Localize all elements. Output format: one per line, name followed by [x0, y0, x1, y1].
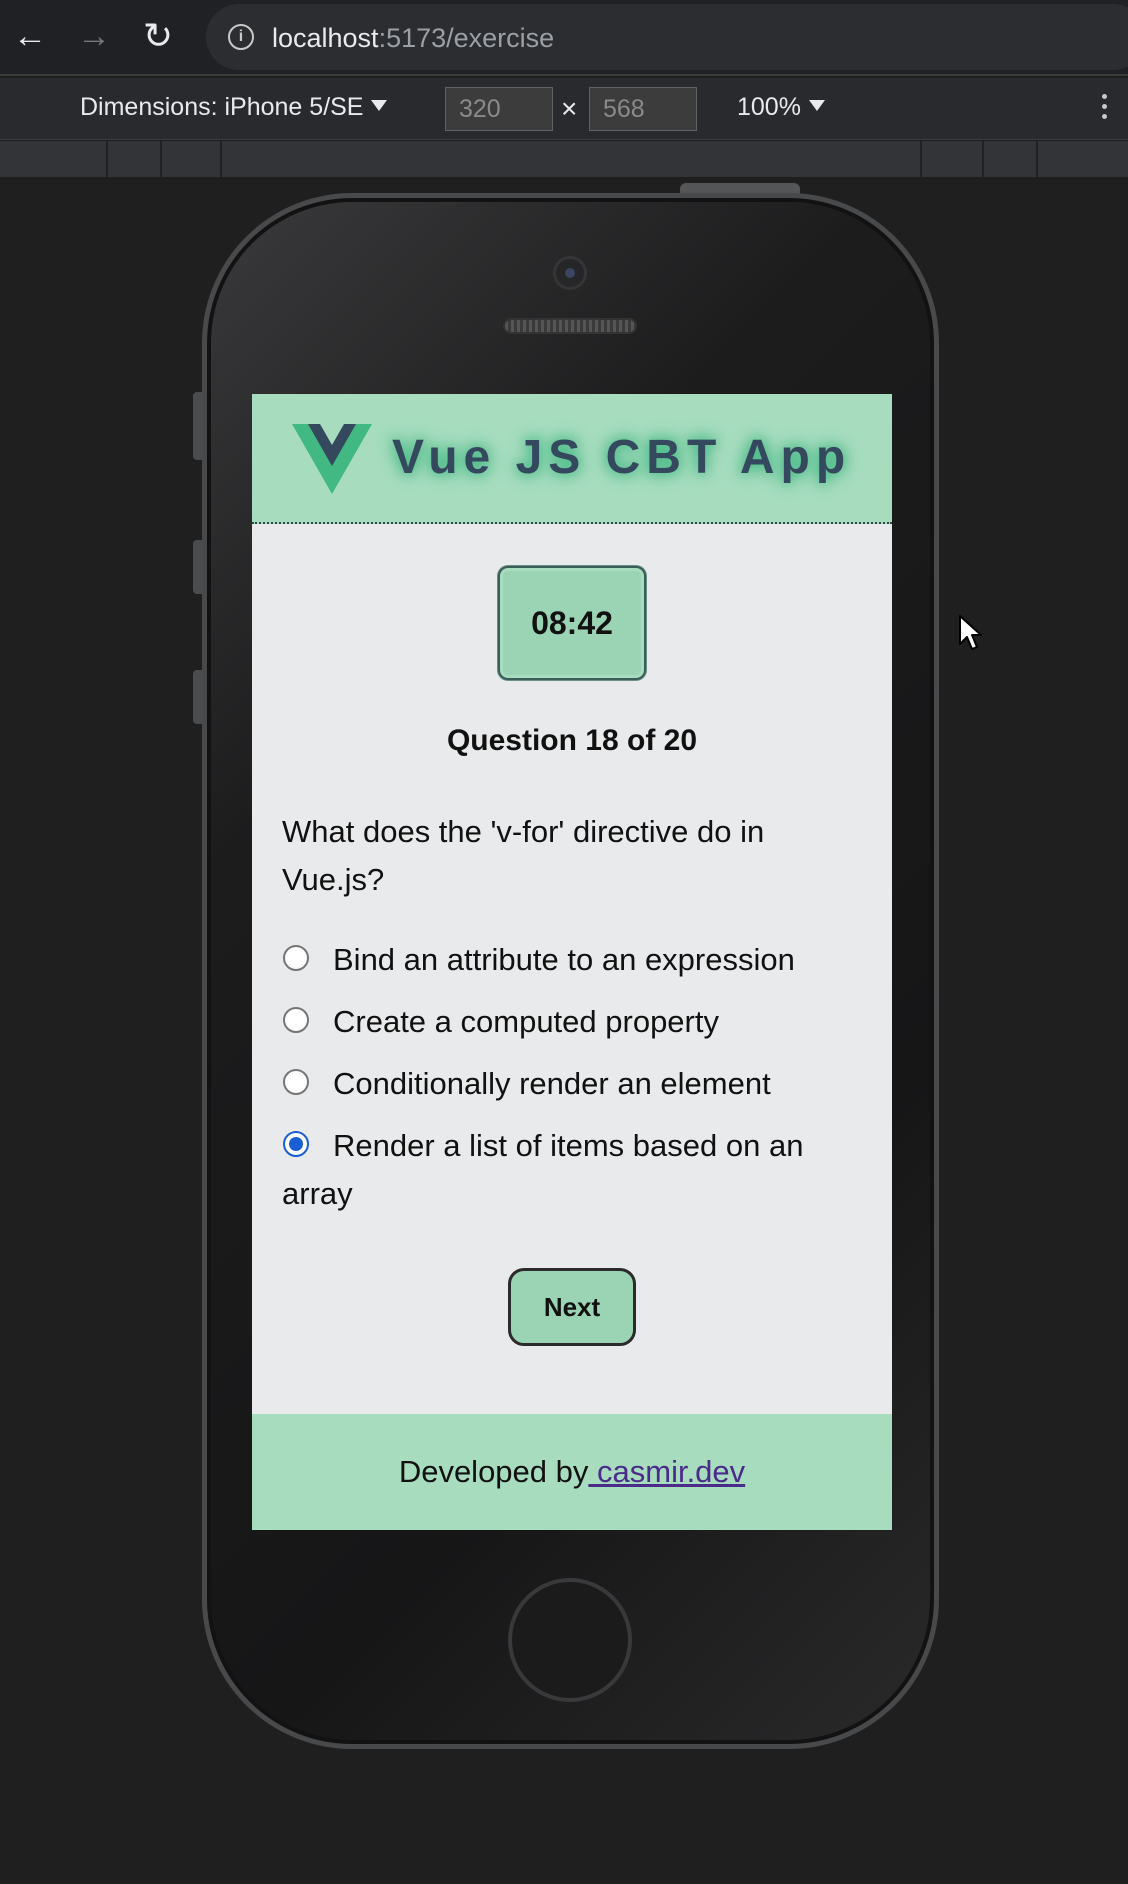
device-height-input[interactable]: 568: [589, 87, 697, 131]
url-host: localhost: [272, 23, 379, 53]
next-button[interactable]: Next: [508, 1268, 636, 1346]
info-icon[interactable]: i: [228, 24, 254, 50]
answer-option-label: Render a list of items based on an array: [282, 1128, 804, 1211]
answer-option[interactable]: Render a list of items based on an array: [282, 1122, 872, 1218]
more-options-icon[interactable]: [1098, 94, 1110, 124]
back-arrow-icon[interactable]: ←: [10, 14, 50, 58]
footer-text: Developed by: [398, 1454, 589, 1489]
phone-home-button: [508, 1578, 632, 1702]
footer-link[interactable]: casmir.dev: [588, 1454, 745, 1489]
forward-arrow-icon[interactable]: →: [74, 14, 114, 58]
app-screen: Vue JS CBT App 08:42 Question 18 of 20 W…: [252, 394, 892, 1530]
device-width-input[interactable]: 320: [445, 87, 553, 131]
radio-button[interactable]: [283, 1006, 309, 1033]
answer-option-label: Bind an attribute to an expression: [333, 942, 795, 977]
radio-button[interactable]: [283, 944, 309, 971]
device-dimensions-select[interactable]: Dimensions: iPhone 5/SE: [80, 93, 388, 122]
answer-option[interactable]: Create a computed property: [282, 998, 872, 1046]
question-text: What does the 'v-for' directive do in Vu…: [282, 814, 765, 897]
countdown-timer: 08:42: [498, 566, 646, 680]
zoom-select[interactable]: 100%: [737, 93, 825, 122]
address-bar[interactable]: i localhost:5173/exercise: [206, 4, 1128, 70]
radio-button-selected[interactable]: [283, 1130, 309, 1157]
app-title: Vue JS CBT App: [392, 431, 852, 484]
device-toolbar: Dimensions: iPhone 5/SE 320 × 568 100%: [0, 78, 1128, 140]
reload-icon[interactable]: ↻: [138, 14, 178, 58]
question-counter: Question 18 of 20: [446, 724, 698, 757]
answer-option-label: Conditionally render an element: [333, 1066, 771, 1101]
media-query-ruler[interactable]: [0, 141, 1128, 177]
radio-button[interactable]: [283, 1068, 309, 1095]
url-path: :5173/exercise: [378, 23, 555, 53]
zoom-label: 100%: [737, 93, 801, 121]
answer-option[interactable]: Bind an attribute to an expression: [282, 936, 872, 984]
phone-speaker: [503, 318, 637, 334]
app-header: Vue JS CBT App: [252, 394, 892, 524]
vue-logo-icon: [292, 424, 372, 494]
answer-option[interactable]: Conditionally render an element: [282, 1060, 872, 1108]
caret-down-icon: [808, 99, 825, 111]
browser-toolbar: ← → ↻ i localhost:5173/exercise: [0, 0, 1128, 76]
device-dimensions-label: Dimensions: iPhone 5/SE: [80, 93, 364, 121]
app-footer: Developed by casmir.dev: [252, 1414, 892, 1530]
caret-down-icon: [371, 99, 388, 111]
answer-option-label: Create a computed property: [333, 1004, 719, 1039]
answer-options: Bind an attribute to an expression Creat…: [282, 936, 872, 1232]
url-text[interactable]: localhost:5173/exercise: [272, 23, 554, 54]
times-symbol: ×: [561, 93, 578, 124]
mouse-cursor-icon: [959, 615, 982, 650]
phone-camera: [553, 256, 587, 290]
